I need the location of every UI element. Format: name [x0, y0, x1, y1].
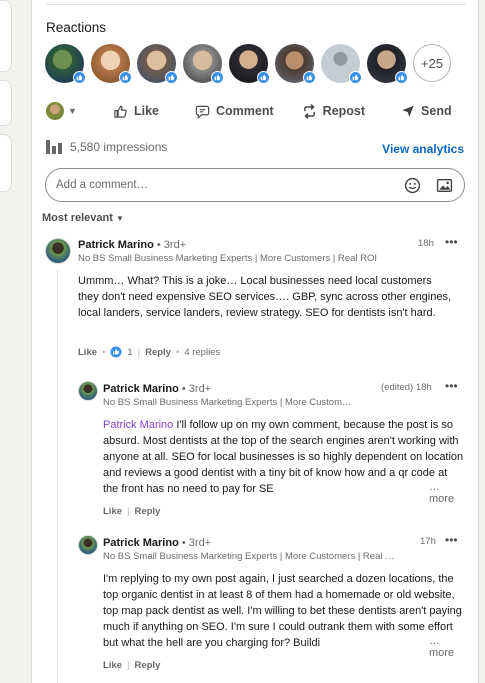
comment-actions: Like | Reply: [103, 506, 161, 517]
left-card: [0, 0, 12, 72]
comment-button[interactable]: Comment: [195, 104, 274, 119]
comment-author[interactable]: Patrick Marino • 3rd+: [103, 383, 211, 395]
caret-down-icon: ▼: [68, 106, 77, 116]
post-action-bar: ▼ Like Comment Repost Send: [42, 96, 467, 126]
like-reaction-icon: [257, 71, 270, 84]
more-options-icon[interactable]: •••: [445, 533, 458, 547]
author-name: Patrick Marino: [103, 537, 179, 549]
commenter-avatar[interactable]: [78, 535, 98, 555]
author-headline: No BS Small Business Marketing Experts |…: [78, 253, 378, 264]
send-button[interactable]: Send: [401, 104, 452, 118]
more-options-icon[interactable]: •••: [445, 379, 458, 393]
repost-icon: [303, 103, 315, 119]
more-options-icon[interactable]: •••: [445, 235, 458, 249]
reactor-avatar[interactable]: [45, 44, 86, 84]
image-icon[interactable]: [434, 175, 454, 195]
reactions-avatars: +25: [45, 44, 451, 84]
comment-time: 18h: [418, 238, 434, 249]
reactor-avatar[interactable]: [275, 44, 316, 84]
connection-degree: • 3rd+: [181, 537, 212, 549]
thread-line: [57, 270, 58, 683]
comment-text: Patrick Marino I'll follow up on my own …: [103, 417, 465, 497]
author-headline: No BS Small Business Marketing Experts |…: [103, 551, 395, 562]
like-reaction-icon: [349, 71, 362, 84]
left-card: [0, 134, 12, 192]
comment-label: Comment: [216, 104, 274, 118]
comment-like-button[interactable]: Like: [103, 506, 122, 517]
comment-input[interactable]: Add a comment…: [45, 168, 465, 202]
bar-chart-icon: [46, 140, 62, 154]
actor-switcher[interactable]: ▼: [42, 102, 98, 120]
reactions-title: Reactions: [46, 20, 107, 35]
comment-author[interactable]: Patrick Marino • 3rd+: [78, 239, 186, 251]
comment-icon: [195, 105, 210, 119]
like-label: Like: [134, 104, 160, 118]
see-more-link[interactable]: …more: [425, 481, 455, 505]
comment-time: (edited) 18h: [381, 382, 432, 393]
more-reactions-button[interactable]: +25: [413, 44, 451, 82]
commenter-avatar[interactable]: [78, 381, 98, 401]
reactor-avatar[interactable]: [229, 44, 270, 84]
reactor-avatar[interactable]: [183, 44, 224, 84]
comment-text: I'm replying to my own post again, I jus…: [103, 573, 462, 649]
connection-degree: • 3rd+: [156, 239, 187, 251]
comment-time: 17h: [420, 536, 436, 547]
view-analytics-link[interactable]: View analytics: [382, 142, 464, 156]
comment-text: Ummm… What? This is a joke… Local busine…: [78, 275, 452, 319]
like-reaction-icon: [73, 71, 86, 84]
impressions-count: 5,580 impressions: [70, 140, 168, 154]
caret-down-icon: ▼: [115, 214, 124, 223]
comment-reply-button[interactable]: Reply: [145, 347, 171, 358]
sort-label: Most relevant: [42, 212, 113, 224]
actor-avatar: [46, 102, 64, 120]
reactor-avatar[interactable]: [321, 44, 362, 84]
comment-like-button[interactable]: Like: [103, 660, 122, 671]
emoji-icon[interactable]: [402, 175, 422, 195]
author-name: Patrick Marino: [78, 239, 154, 251]
like-reaction-icon: [119, 71, 132, 84]
comment-actions: Like • 1 | Reply • 4 replies: [78, 346, 221, 358]
repost-button[interactable]: Repost: [302, 103, 366, 119]
left-card: [0, 80, 12, 126]
comment-input-placeholder: Add a comment…: [56, 179, 149, 191]
comment-author[interactable]: Patrick Marino • 3rd+: [103, 537, 211, 549]
impressions[interactable]: 5,580 impressions: [46, 140, 167, 154]
see-more-link[interactable]: …more: [425, 635, 455, 659]
reactor-avatar[interactable]: [91, 44, 132, 84]
commenter-avatar[interactable]: [45, 238, 71, 264]
like-reaction-icon: [110, 346, 122, 358]
post-card: Reactions +25 ▼ Like Comment Repost Send…: [31, 0, 479, 683]
comment-like-count[interactable]: 1: [127, 347, 132, 358]
author-name: Patrick Marino: [103, 383, 179, 395]
like-button[interactable]: Like: [113, 104, 159, 119]
comment-like-button[interactable]: Like: [78, 347, 97, 358]
like-reaction-icon: [211, 71, 224, 84]
author-headline: No BS Small Business Marketing Experts |…: [103, 397, 352, 408]
sort-dropdown[interactable]: Most relevant ▼: [42, 212, 124, 224]
connection-degree: • 3rd+: [181, 383, 212, 395]
comment-reply-button[interactable]: Reply: [134, 506, 160, 517]
like-reaction-icon: [395, 71, 408, 84]
comment-actions: Like | Reply: [103, 660, 161, 671]
replies-count[interactable]: 4 replies: [184, 347, 220, 358]
comment-reply-button[interactable]: Reply: [134, 660, 160, 671]
divider: [46, 4, 466, 5]
send-icon: [402, 105, 414, 117]
reactor-avatar[interactable]: [367, 44, 408, 84]
repost-label: Repost: [322, 104, 366, 118]
send-label: Send: [421, 104, 452, 118]
like-reaction-icon: [165, 71, 178, 84]
like-reaction-icon: [303, 71, 316, 84]
thumbs-up-icon: [114, 105, 127, 118]
author-mention[interactable]: Patrick Marino: [103, 419, 173, 431]
reactor-avatar[interactable]: [137, 44, 178, 84]
